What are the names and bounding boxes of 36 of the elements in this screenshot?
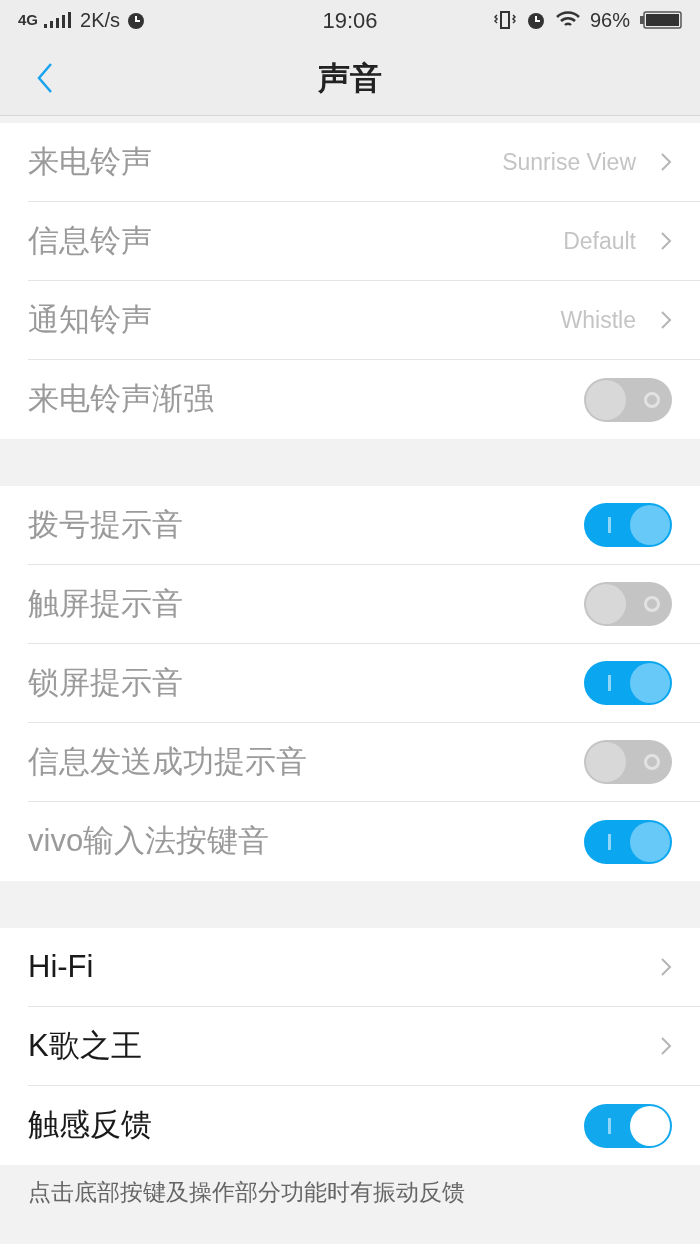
settings-row[interactable]: 触感反馈 [28,1086,700,1165]
row-label: 来电铃声 [28,142,153,181]
page-title: 声音 [318,58,382,98]
chevron-right-icon [660,152,672,172]
row-label: 拨号提示音 [28,505,184,544]
network-type: 4G [18,9,38,30]
back-icon [37,62,53,94]
footnote-text: 点击底部按键及操作部分功能时有振动反馈 [27,1178,466,1207]
alarm-icon [525,10,546,30]
signal-icon [44,12,74,28]
chevron-right-icon [660,957,672,977]
toggle-switch[interactable] [584,1103,672,1148]
row-label: 来电铃声渐强 [28,380,215,419]
battery-icon [640,11,682,29]
chevron-right-icon [660,1036,672,1056]
clock-time: 19:06 [322,6,378,35]
vibrate-icon [493,10,516,30]
alarm-icon [126,10,147,30]
row-label: 触感反馈 [28,1106,153,1145]
row-value: Whistle [560,305,636,335]
row-label: Hi-Fi [28,947,95,986]
row-label: K歌之王 [28,1026,143,1065]
chevron-right-icon [660,231,672,251]
row-label: 信息铃声 [28,221,153,260]
settings-row[interactable]: K歌之王 [28,1007,700,1086]
row-value: Default [563,226,636,256]
chevron-right-icon [660,310,672,330]
row-label: vivo输入法按键音 [28,822,271,861]
row-label: 通知铃声 [28,300,153,339]
row-label: 信息发送成功提示音 [28,742,308,781]
network-speed: 2K/s [80,8,121,33]
row-label: 锁屏提示音 [28,663,184,702]
settings-row[interactable]: Hi-Fi [28,928,700,1007]
row-label: 触屏提示音 [28,584,184,623]
battery-percent: 96% [589,8,630,33]
row-value: Sunrise View [502,147,636,177]
